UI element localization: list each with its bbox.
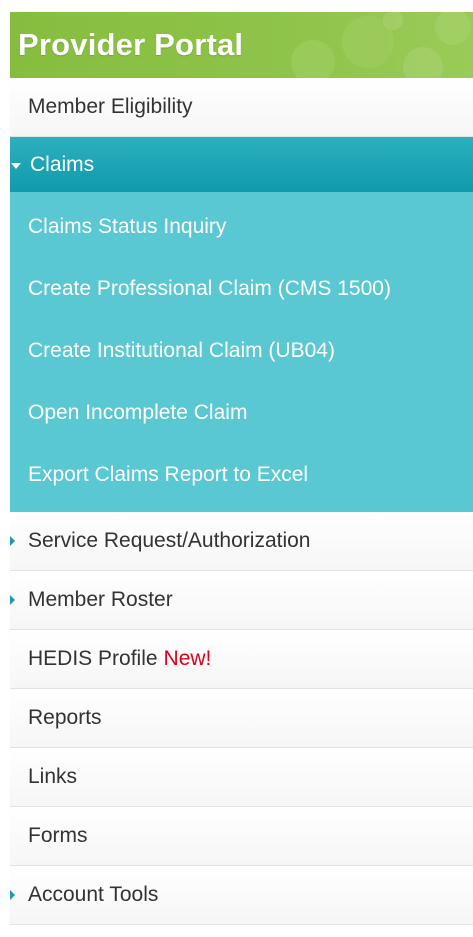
menu-item-links[interactable]: Links (10, 748, 473, 807)
menu-item-member-roster[interactable]: Member Roster (10, 571, 473, 630)
caret-down-icon (11, 162, 21, 169)
menu-item-member-eligibility[interactable]: Member Eligibility (10, 78, 473, 137)
new-badge: New! (163, 647, 212, 670)
menu-item-claims[interactable]: Claims (10, 137, 473, 192)
caret-right-icon (10, 890, 15, 900)
menu-item-hedis-profile[interactable]: HEDIS Profile New! (10, 630, 473, 689)
submenu-item-export-claims-report[interactable]: Export Claims Report to Excel (10, 444, 473, 506)
provider-nav-menu: Provider Portal Member Eligibility Claim… (10, 12, 473, 925)
submenu-item-claims-status-inquiry[interactable]: Claims Status Inquiry (10, 192, 473, 258)
menu-item-label: Member Eligibility (28, 95, 193, 118)
menu-item-label: Claims (30, 152, 95, 176)
menu-item-label: HEDIS Profile (28, 647, 158, 670)
submenu-item-create-institutional-claim[interactable]: Create Institutional Claim (UB04) (10, 320, 473, 382)
menu-item-reports[interactable]: Reports (10, 689, 473, 748)
menu-item-label: Member Roster (28, 588, 173, 611)
menu-item-service-request[interactable]: Service Request/Authorization (10, 512, 473, 571)
menu-item-label: Service Request/Authorization (28, 529, 311, 552)
caret-right-icon (10, 536, 15, 546)
header-pattern-decoration (291, 12, 471, 78)
menu-item-label: Forms (28, 824, 88, 847)
portal-header: Provider Portal (10, 12, 473, 78)
claims-submenu: Claims Status Inquiry Create Professiona… (10, 192, 473, 512)
menu-item-label: Account Tools (28, 883, 159, 906)
menu-item-forms[interactable]: Forms (10, 807, 473, 866)
caret-right-icon (10, 595, 15, 605)
menu-item-label: Links (28, 765, 78, 788)
menu-item-account-tools[interactable]: Account Tools (10, 866, 473, 925)
submenu-item-create-professional-claim[interactable]: Create Professional Claim (CMS 1500) (10, 258, 473, 320)
menu-item-label: Reports (28, 706, 102, 729)
submenu-item-open-incomplete-claim[interactable]: Open Incomplete Claim (10, 382, 473, 444)
portal-title: Provider Portal (18, 27, 244, 62)
